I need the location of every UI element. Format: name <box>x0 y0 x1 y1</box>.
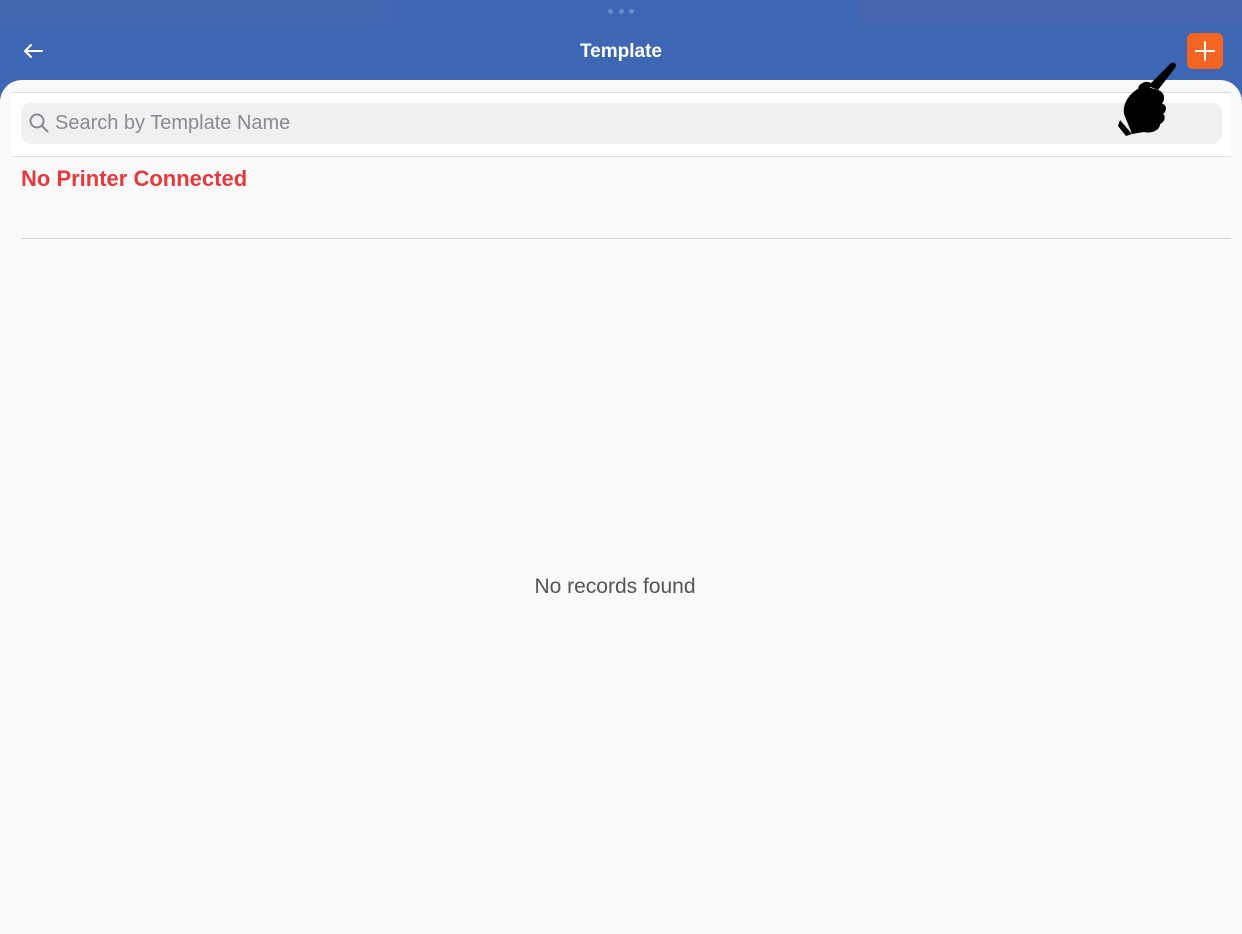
magnifier-icon <box>29 113 49 133</box>
multitasking-strip <box>0 0 1242 24</box>
empty-state-message: No records found <box>534 575 696 598</box>
dot <box>629 8 634 14</box>
page-title: Template <box>579 41 662 62</box>
plus-icon <box>1195 41 1215 61</box>
search-bar <box>11 92 1231 157</box>
back-button[interactable] <box>18 36 48 66</box>
printer-status-text: No Printer Connected <box>21 166 248 191</box>
navigation-bar: Template <box>0 24 1242 80</box>
dot <box>608 8 613 14</box>
arrow-left-icon <box>24 44 43 58</box>
multitasking-strip-left <box>0 0 395 24</box>
search-input[interactable] <box>55 103 1205 144</box>
search-field[interactable] <box>21 103 1222 144</box>
dot <box>618 8 624 14</box>
add-template-button[interactable] <box>1187 33 1223 69</box>
content-panel: No Printer Connected No records found <box>0 80 1242 934</box>
multitasking-strip-right <box>858 0 1242 24</box>
divider <box>21 238 1231 239</box>
multitasking-dots-icon[interactable] <box>608 8 634 14</box>
